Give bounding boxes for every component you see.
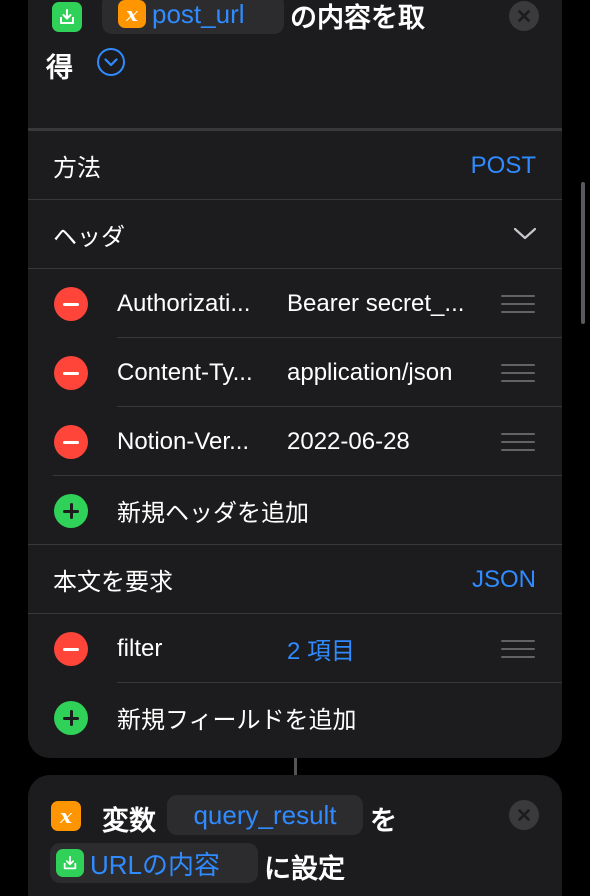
post-url-variable-token[interactable]: x post_url: [102, 0, 284, 34]
add-header-label[interactable]: 新規ヘッダを追加: [117, 476, 309, 545]
headers-row[interactable]: ヘッダ: [28, 200, 562, 269]
field-key[interactable]: filter: [117, 614, 162, 683]
action-title-line1: の内容を取: [290, 3, 425, 33]
set-variable-particle: を: [370, 806, 397, 836]
field-item: filter 2 項目: [28, 614, 562, 683]
header-item: Authorizati... Bearer secret_...: [28, 269, 562, 338]
set-variable-action: x 変数 query_result を URLの内容 に設定: [28, 775, 562, 896]
delete-field-button[interactable]: [54, 632, 88, 666]
variable-name-token[interactable]: query_result: [167, 795, 363, 835]
request-body-label: 本文を要求: [53, 569, 173, 596]
header-item: Content-Ty... application/json: [28, 338, 562, 407]
delete-header-button[interactable]: [54, 356, 88, 390]
reorder-handle-icon[interactable]: [501, 640, 535, 658]
reorder-handle-icon[interactable]: [501, 295, 535, 313]
add-header-row[interactable]: 新規ヘッダを追加: [28, 476, 562, 545]
variable-name: query_result: [193, 799, 337, 830]
method-value[interactable]: POST: [471, 131, 536, 200]
header-value[interactable]: Bearer secret_...: [287, 269, 464, 338]
chevron-down-icon[interactable]: [97, 48, 125, 76]
method-row[interactable]: 方法 POST: [28, 131, 562, 200]
remove-action-button[interactable]: [509, 800, 539, 830]
delete-header-button[interactable]: [54, 287, 88, 321]
reorder-handle-icon[interactable]: [501, 433, 535, 451]
variable-icon: x: [51, 801, 81, 831]
field-value[interactable]: 2 項目: [287, 614, 355, 683]
action-connector: [294, 758, 297, 775]
variable-icon: x: [118, 0, 146, 28]
download-action-icon: [56, 849, 84, 877]
header-value[interactable]: 2022-06-28: [287, 407, 410, 476]
close-icon: [518, 809, 530, 821]
delete-header-button[interactable]: [54, 425, 88, 459]
reorder-handle-icon[interactable]: [501, 364, 535, 382]
method-label: 方法: [53, 155, 101, 182]
set-variable-suffix: に設定: [264, 854, 345, 884]
scrollbar[interactable]: [581, 182, 585, 324]
variable-name: post_url: [152, 0, 245, 29]
headers-label: ヘッダ: [53, 224, 125, 251]
add-header-button[interactable]: [54, 494, 88, 528]
download-action-icon: [52, 2, 82, 32]
action-title-line2: 得: [46, 53, 73, 83]
header-key[interactable]: Authorizati...: [117, 269, 250, 338]
shortcuts-editor: x post_url の内容を取 得 方法 POST ヘッダ Authoriza…: [0, 0, 590, 896]
url-contents-token[interactable]: URLの内容: [50, 843, 258, 883]
remove-action-button[interactable]: [509, 1, 539, 31]
add-field-row[interactable]: 新規フィールドを追加: [28, 683, 562, 752]
source-name: URLの内容: [90, 849, 221, 880]
chevron-down-icon[interactable]: [513, 227, 537, 246]
request-body-value[interactable]: JSON: [472, 545, 536, 614]
get-contents-of-url-action: x post_url の内容を取 得 方法 POST ヘッダ Authoriza…: [28, 0, 562, 758]
set-variable-prefix: 変数: [102, 806, 156, 836]
add-field-button[interactable]: [54, 701, 88, 735]
add-field-label[interactable]: 新規フィールドを追加: [117, 683, 357, 752]
header-key[interactable]: Notion-Ver...: [117, 407, 249, 476]
request-body-row[interactable]: 本文を要求 JSON: [28, 545, 562, 614]
header-value[interactable]: application/json: [287, 338, 452, 407]
header-key[interactable]: Content-Ty...: [117, 338, 253, 407]
header-item: Notion-Ver... 2022-06-28: [28, 407, 562, 476]
close-icon: [518, 10, 530, 22]
